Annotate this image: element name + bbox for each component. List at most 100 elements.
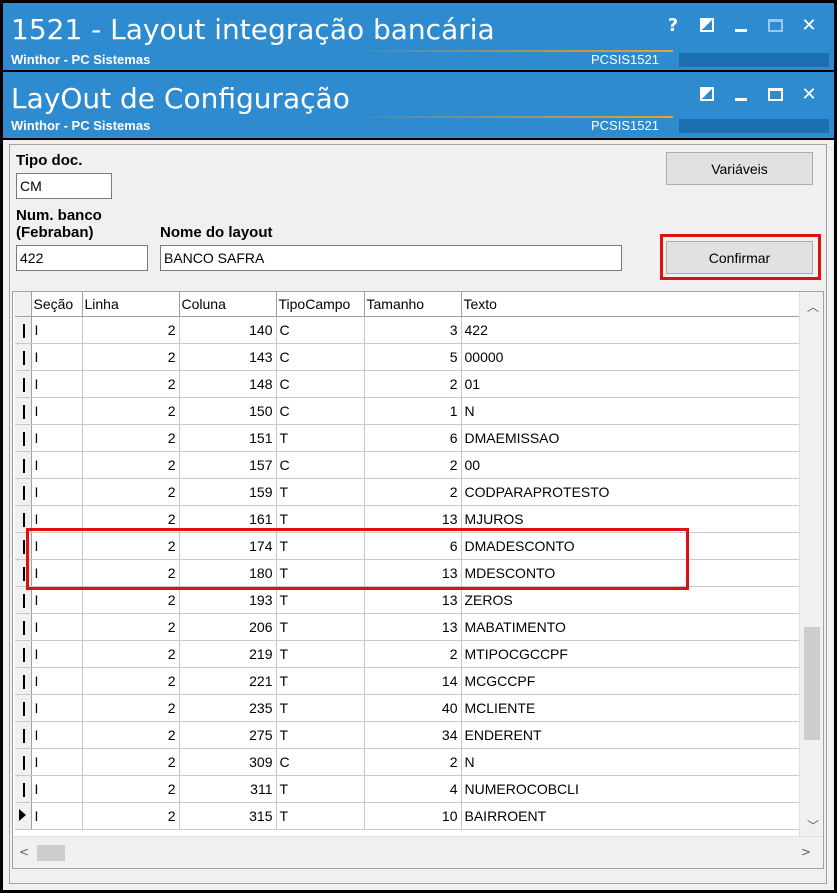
column-header-tamanho[interactable]: Tamanho	[364, 292, 462, 317]
row-indicator[interactable]	[14, 451, 32, 479]
cell-linha[interactable]: 2	[82, 451, 180, 479]
row-indicator[interactable]	[14, 640, 32, 668]
horizontal-scroll-thumb[interactable]	[37, 845, 65, 861]
cell-linha[interactable]: 2	[82, 586, 180, 614]
cell-tipocampo[interactable]: C	[276, 343, 365, 371]
cell-linha[interactable]: 2	[82, 397, 180, 425]
table-row[interactable]: I 2 275 T 34 ENDERENT	[14, 721, 801, 749]
cell-linha[interactable]: 2	[82, 370, 180, 398]
table-row[interactable]: I 2 221 T 14 MCGCCPF	[14, 667, 801, 695]
cell-coluna[interactable]: 143	[179, 343, 277, 371]
cell-secao[interactable]: I	[31, 802, 83, 830]
table-row[interactable]: I 2 235 T 40 MCLIENTE	[14, 694, 801, 722]
cell-tamanho[interactable]: 6	[364, 424, 462, 452]
cell-linha[interactable]: 2	[82, 802, 180, 830]
row-indicator[interactable]	[14, 343, 32, 371]
cell-linha[interactable]: 2	[82, 694, 180, 722]
inner-title-bar[interactable]: LayOut de Configuração Winthor - PC Sist…	[3, 72, 834, 138]
minimize-button[interactable]	[726, 11, 756, 39]
table-row[interactable]: I 2 311 T 4 NUMEROCOBCLI	[14, 775, 801, 803]
cell-coluna[interactable]: 221	[179, 667, 277, 695]
table-row[interactable]: I 2 150 C 1 N	[14, 397, 801, 425]
cell-linha[interactable]: 2	[82, 343, 180, 371]
cell-secao[interactable]: I	[31, 721, 83, 749]
table-row[interactable]: I 2 140 C 3 422	[14, 316, 801, 344]
maximize-button[interactable]	[760, 11, 790, 39]
tipo-doc-field[interactable]: CM	[16, 173, 112, 199]
restore-button[interactable]	[692, 11, 722, 39]
column-header-secao[interactable]: Seção	[31, 292, 83, 317]
cell-secao[interactable]: I	[31, 397, 83, 425]
cell-tipocampo[interactable]: T	[276, 694, 365, 722]
table-row[interactable]: I 2 315 T 10 BAIRROENT	[14, 802, 801, 830]
scroll-down-icon[interactable]: ﹀	[807, 817, 819, 834]
cell-tamanho[interactable]: 10	[364, 802, 462, 830]
table-row[interactable]: I 2 219 T 2 MTIPOCGCCPF	[14, 640, 801, 668]
cell-texto[interactable]: 00	[461, 451, 801, 479]
cell-coluna[interactable]: 140	[179, 316, 277, 344]
row-indicator[interactable]	[14, 775, 32, 803]
cell-tipocampo[interactable]: T	[276, 721, 365, 749]
table-row[interactable]: I 2 143 C 5 00000	[14, 343, 801, 371]
cell-secao[interactable]: I	[31, 775, 83, 803]
cell-tipocampo[interactable]: T	[276, 775, 365, 803]
table-row[interactable]: I 2 206 T 13 MABATIMENTO	[14, 613, 801, 641]
confirmar-button[interactable]: Confirmar	[666, 241, 813, 274]
cell-linha[interactable]: 2	[82, 721, 180, 749]
cell-coluna[interactable]: 193	[179, 586, 277, 614]
column-header-coluna[interactable]: Coluna	[179, 292, 277, 317]
cell-texto[interactable]: MTIPOCGCCPF	[461, 640, 801, 668]
cell-tamanho[interactable]: 2	[364, 748, 462, 776]
close-button[interactable]: ✕	[794, 11, 824, 39]
cell-coluna[interactable]: 219	[179, 640, 277, 668]
table-row[interactable]: I 2 159 T 2 CODPARAPROTESTO	[14, 478, 801, 506]
cell-texto[interactable]: DMAEMISSAO	[461, 424, 801, 452]
row-indicator[interactable]	[14, 478, 32, 506]
cell-secao[interactable]: I	[31, 694, 83, 722]
cell-coluna[interactable]: 159	[179, 478, 277, 506]
cell-linha[interactable]: 2	[82, 424, 180, 452]
horizontal-scrollbar[interactable]: < >	[13, 836, 823, 868]
cell-linha[interactable]: 2	[82, 775, 180, 803]
cell-texto[interactable]: CODPARAPROTESTO	[461, 478, 801, 506]
cell-tamanho[interactable]: 1	[364, 397, 462, 425]
cell-linha[interactable]: 2	[82, 316, 180, 344]
cell-coluna[interactable]: 206	[179, 613, 277, 641]
cell-secao[interactable]: I	[31, 451, 83, 479]
row-indicator[interactable]	[14, 397, 32, 425]
cell-texto[interactable]: 01	[461, 370, 801, 398]
cell-tamanho[interactable]: 2	[364, 370, 462, 398]
cell-linha[interactable]: 2	[82, 748, 180, 776]
row-indicator[interactable]	[14, 802, 32, 830]
cell-coluna[interactable]: 148	[179, 370, 277, 398]
cell-secao[interactable]: I	[31, 748, 83, 776]
cell-tipocampo[interactable]: T	[276, 613, 365, 641]
cell-secao[interactable]: I	[31, 667, 83, 695]
cell-tipocampo[interactable]: T	[276, 640, 365, 668]
cell-coluna[interactable]: 315	[179, 802, 277, 830]
table-row[interactable]: I 2 148 C 2 01	[14, 370, 801, 398]
cell-texto[interactable]: MABATIMENTO	[461, 613, 801, 641]
row-indicator[interactable]	[14, 586, 32, 614]
cell-tipocampo[interactable]: T	[276, 667, 365, 695]
cell-texto[interactable]: MCLIENTE	[461, 694, 801, 722]
cell-tamanho[interactable]: 2	[364, 640, 462, 668]
row-indicator[interactable]	[14, 694, 32, 722]
cell-secao[interactable]: I	[31, 424, 83, 452]
column-header-linha[interactable]: Linha	[82, 292, 180, 317]
cell-coluna[interactable]: 157	[179, 451, 277, 479]
cell-texto[interactable]: NUMEROCOBCLI	[461, 775, 801, 803]
row-indicator[interactable]	[14, 613, 32, 641]
table-row[interactable]: I 2 309 C 2 N	[14, 748, 801, 776]
cell-tipocampo[interactable]: C	[276, 397, 365, 425]
cell-secao[interactable]: I	[31, 343, 83, 371]
minimize-button[interactable]	[726, 80, 756, 108]
cell-secao[interactable]: I	[31, 370, 83, 398]
cell-tamanho[interactable]: 14	[364, 667, 462, 695]
cell-secao[interactable]: I	[31, 613, 83, 641]
close-button[interactable]: ✕	[794, 80, 824, 108]
cell-tamanho[interactable]: 13	[364, 586, 462, 614]
scroll-right-icon[interactable]: >	[801, 845, 811, 859]
row-indicator[interactable]	[14, 667, 32, 695]
cell-linha[interactable]: 2	[82, 613, 180, 641]
